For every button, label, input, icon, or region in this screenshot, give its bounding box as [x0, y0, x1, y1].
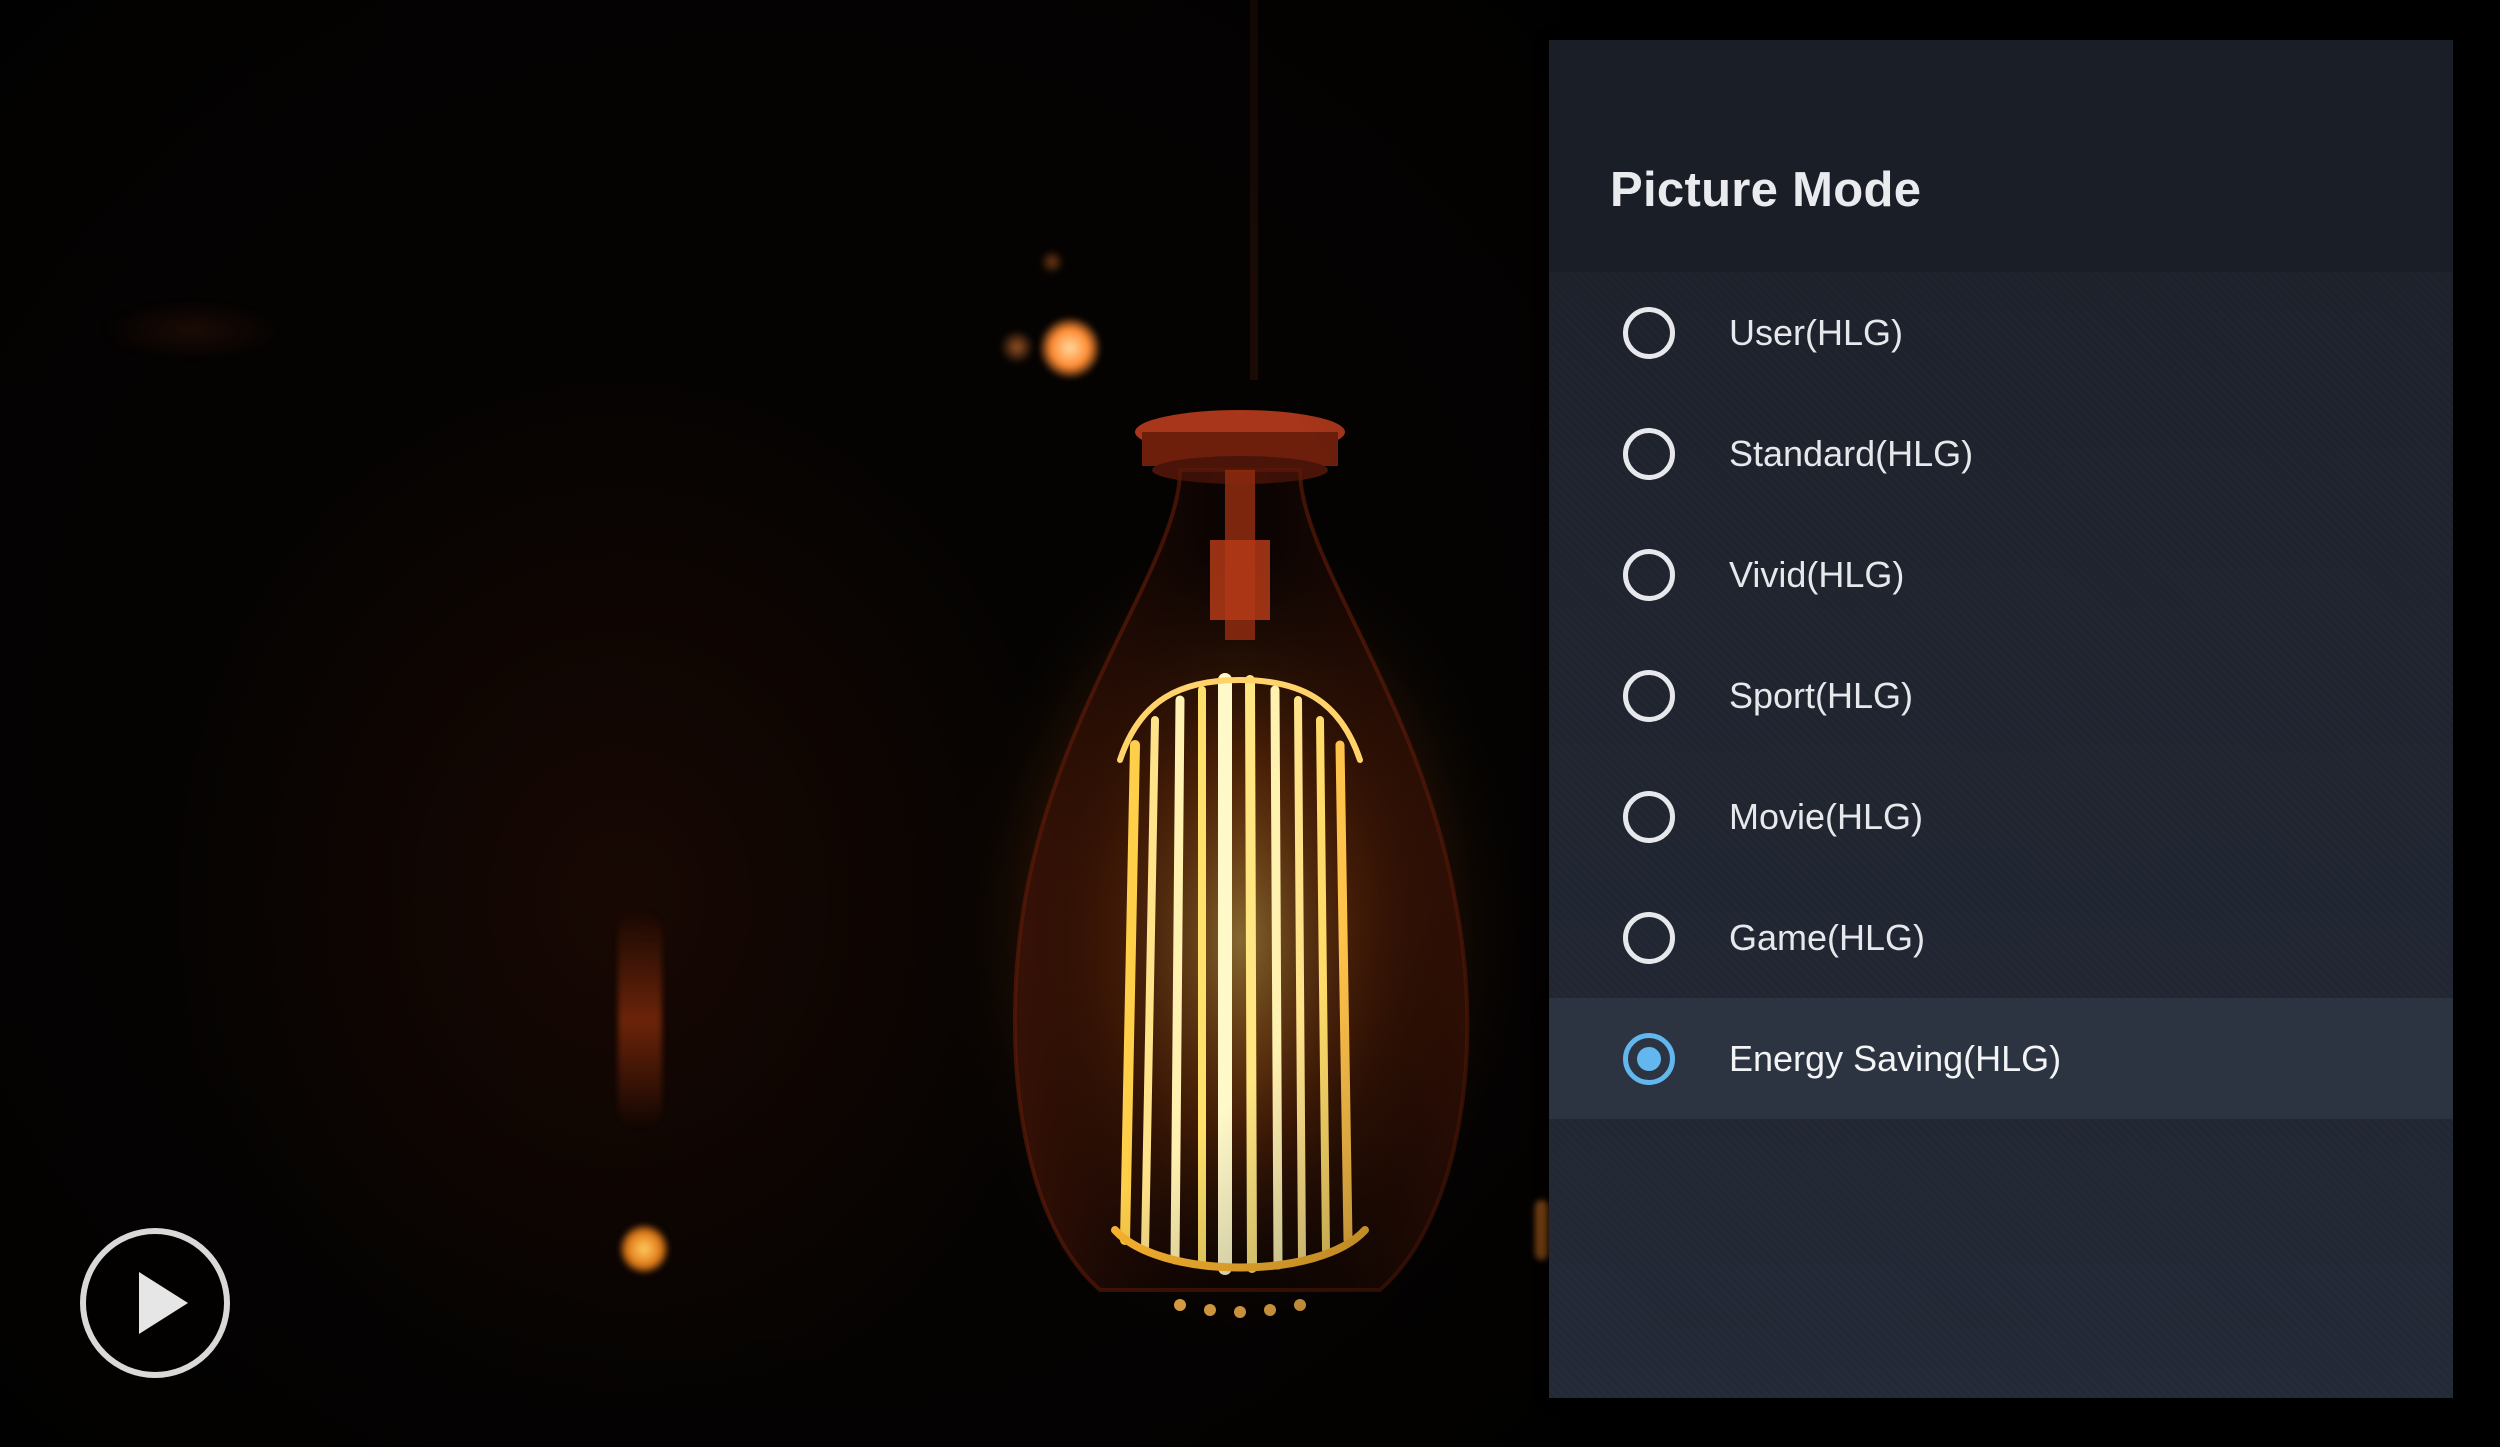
option-standard-hlg[interactable]: Standard(HLG) — [1549, 393, 2453, 514]
option-label: Movie(HLG) — [1729, 796, 1924, 837]
radio-unchecked-icon[interactable] — [1623, 791, 1675, 843]
play-button[interactable] — [80, 1228, 230, 1378]
panel-title: Picture Mode — [1610, 163, 1922, 217]
radio-unchecked-icon[interactable] — [1623, 912, 1675, 964]
option-label: Game(HLG) — [1729, 917, 1926, 958]
radio-unchecked-icon[interactable] — [1623, 428, 1675, 480]
bokeh-streak — [618, 910, 662, 1130]
option-movie-hlg[interactable]: Movie(HLG) — [1549, 756, 2453, 877]
option-label: Sport(HLG) — [1729, 675, 1914, 716]
tv-screen: Picture Mode User(HLG) Standard(HLG) Viv… — [0, 0, 2500, 1447]
picture-mode-panel: Picture Mode User(HLG) Standard(HLG) Viv… — [1549, 40, 2453, 1398]
bokeh-glow — [100, 300, 280, 360]
option-vivid-hlg[interactable]: Vivid(HLG) — [1549, 514, 2453, 635]
radio-unchecked-icon[interactable] — [1623, 549, 1675, 601]
option-label: Energy Saving(HLG) — [1729, 1038, 2062, 1079]
option-label: Standard(HLG) — [1729, 433, 1974, 474]
radio-unchecked-icon[interactable] — [1623, 670, 1675, 722]
radio-dot — [1637, 1047, 1661, 1071]
radio-unchecked-icon[interactable] — [1623, 307, 1675, 359]
option-energy-saving-hlg[interactable]: Energy Saving(HLG) — [1549, 998, 2453, 1119]
play-icon — [139, 1272, 188, 1334]
panel-header: Picture Mode — [1549, 40, 2453, 272]
radio-checked-icon[interactable] — [1623, 1033, 1675, 1085]
light-bulb-image — [940, 0, 1540, 1360]
option-sport-hlg[interactable]: Sport(HLG) — [1549, 635, 2453, 756]
bokeh-light — [620, 1225, 668, 1273]
option-label: User(HLG) — [1729, 312, 1904, 353]
video-background — [0, 0, 1560, 1447]
option-label: Vivid(HLG) — [1729, 554, 1905, 595]
option-game-hlg[interactable]: Game(HLG) — [1549, 877, 2453, 998]
option-user-hlg[interactable]: User(HLG) — [1549, 272, 2453, 393]
picture-mode-options: User(HLG) Standard(HLG) Vivid(HLG) Sport… — [1549, 272, 2453, 1119]
